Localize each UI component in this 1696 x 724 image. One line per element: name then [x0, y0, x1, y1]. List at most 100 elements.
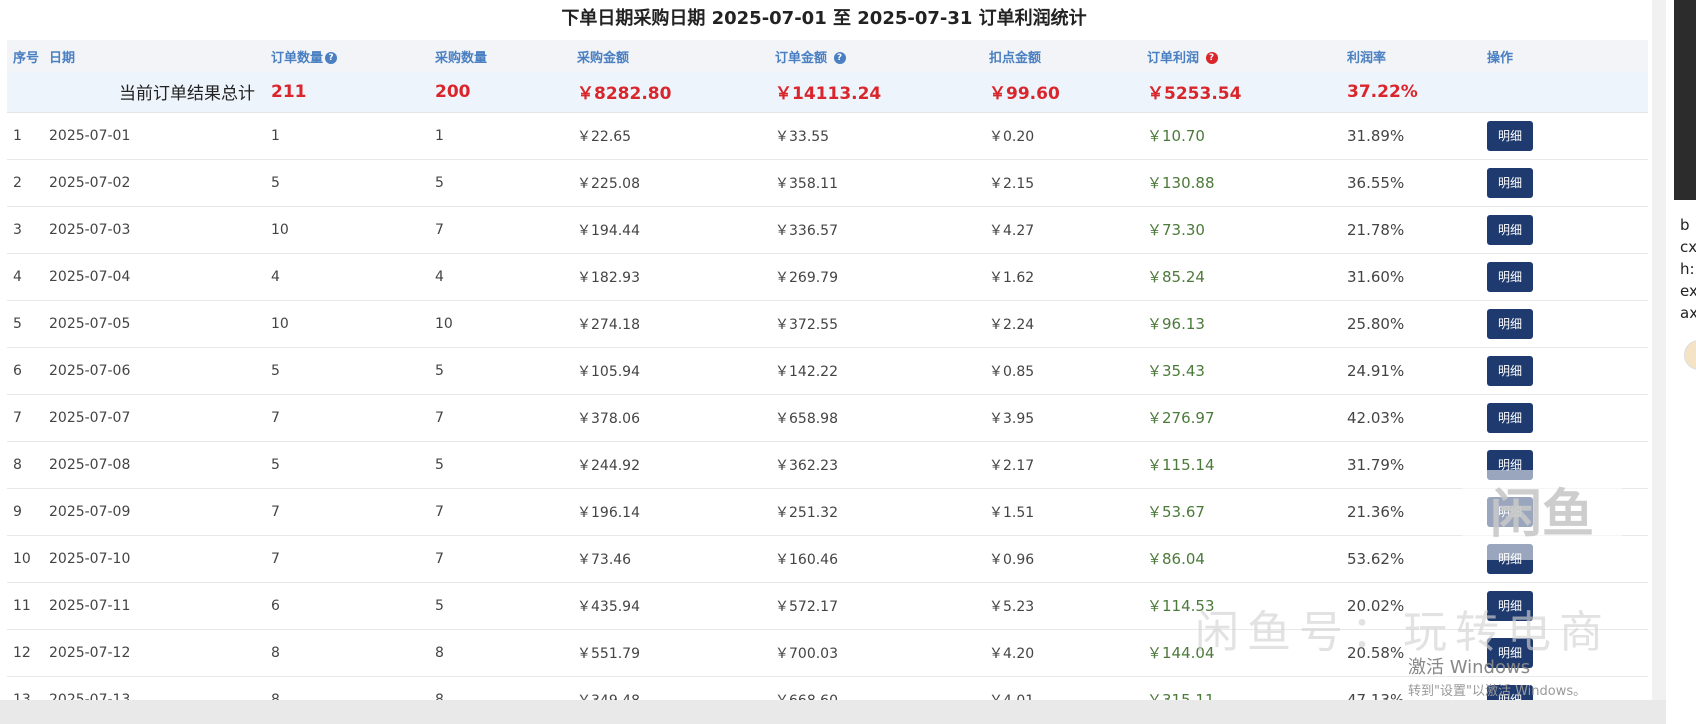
- cell-purchase-amount: ￥378.06: [571, 394, 769, 442]
- vertical-scrollbar[interactable]: [1652, 0, 1666, 700]
- help-icon[interactable]: ?: [325, 52, 338, 64]
- cell-order-qty: 7: [265, 535, 429, 583]
- cell-seq: 2: [7, 159, 43, 207]
- cell-margin: 31.79%: [1341, 441, 1481, 489]
- cell-action: 明细: [1481, 300, 1648, 348]
- cell-purchase-qty: 7: [429, 394, 571, 442]
- cell-order-amount: ￥33.55: [769, 112, 983, 160]
- cell-margin: 31.60%: [1341, 253, 1481, 301]
- totals-action-empty: [1481, 72, 1648, 113]
- scrollbar-thumb[interactable]: [1654, 0, 1664, 700]
- col-date[interactable]: 日期: [43, 40, 265, 72]
- help-icon[interactable]: ?: [833, 52, 846, 64]
- cell-purchase-qty: 5: [429, 347, 571, 395]
- cell-date: 2025-07-04: [43, 253, 265, 301]
- totals-profit: ￥5253.54: [1141, 72, 1341, 113]
- cell-seq: 4: [7, 253, 43, 301]
- col-margin[interactable]: 利润率: [1341, 40, 1481, 72]
- cell-purchase-amount: ￥182.93: [571, 253, 769, 301]
- cell-date: 2025-07-03: [43, 206, 265, 254]
- cell-deduction: ￥0.20: [983, 112, 1141, 160]
- cell-date: 2025-07-05: [43, 300, 265, 348]
- cell-margin: 31.89%: [1341, 112, 1481, 160]
- table-row: 1 2025-07-01 1 1 ￥22.65 ￥33.55 ￥0.20 ￥10.70 31.8…: [7, 112, 1648, 160]
- col-order-amount-label: 订单金额: [775, 50, 828, 66]
- cell-purchase-amount: ￥274.18: [571, 300, 769, 348]
- col-order-qty-label: 订单数量: [271, 50, 324, 66]
- cell-order-qty: 10: [265, 300, 429, 348]
- detail-button[interactable]: 明细: [1487, 355, 1533, 386]
- table-row: 4 2025-07-04 4 4 ￥182.93 ￥269.79 ￥1.62 ￥85.24 31…: [7, 253, 1648, 301]
- cell-purchase-amount: ￥196.14: [571, 488, 769, 536]
- cell-order-amount: ￥700.03: [769, 629, 983, 677]
- detail-button[interactable]: 明细: [1487, 402, 1533, 433]
- cell-profit: ￥86.04: [1141, 535, 1341, 583]
- cell-order-amount: ￥142.22: [769, 347, 983, 395]
- col-profit[interactable]: 订单利润 ?: [1141, 40, 1341, 72]
- cell-purchase-amount: ￥22.65: [571, 112, 769, 160]
- cell-purchase-qty: 4: [429, 253, 571, 301]
- cell-profit: ￥96.13: [1141, 300, 1341, 348]
- cell-action: 明细: [1481, 206, 1648, 254]
- cell-order-qty: 5: [265, 441, 429, 489]
- report-title: 下单日期采购日期 2025-07-01 至 2025-07-31 订单利润统计: [561, 8, 1087, 29]
- detail-button[interactable]: 明细: [1487, 167, 1533, 198]
- cell-order-amount: ￥668.60: [769, 676, 983, 700]
- totals-row: 当前订单结果总计 211 200 ￥8282.80 ￥14113.24 ￥99.…: [7, 72, 1648, 113]
- cell-order-qty: 5: [265, 347, 429, 395]
- cell-deduction: ￥5.23: [983, 582, 1141, 630]
- cell-order-amount: ￥269.79: [769, 253, 983, 301]
- detail-button[interactable]: 明细: [1487, 308, 1533, 339]
- cell-date: 2025-07-07: [43, 394, 265, 442]
- col-purchase-amount[interactable]: 采购金额: [571, 40, 769, 72]
- cell-profit: ￥130.88: [1141, 159, 1341, 207]
- cell-deduction: ￥0.96: [983, 535, 1141, 583]
- cell-action: 明细: [1481, 394, 1648, 442]
- table-row: 9 2025-07-09 7 7 ￥196.14 ￥251.32 ￥1.51 ￥53.67 21…: [7, 488, 1648, 536]
- cell-action: 明细: [1481, 347, 1648, 395]
- table-row: 2 2025-07-02 5 5 ￥225.08 ￥358.11 ￥2.15 ￥130.88 3…: [7, 159, 1648, 207]
- cell-order-qty: 6: [265, 582, 429, 630]
- cell-purchase-qty: 10: [429, 300, 571, 348]
- cell-deduction: ￥2.15: [983, 159, 1141, 207]
- col-purchase-qty[interactable]: 采购数量: [429, 40, 571, 72]
- cell-date: 2025-07-09: [43, 488, 265, 536]
- col-order-qty[interactable]: 订单数量?: [265, 40, 429, 72]
- watermark-text: 闲鱼号：玩转电商: [1195, 607, 1611, 658]
- cell-order-amount: ￥251.32: [769, 488, 983, 536]
- detail-button[interactable]: 明细: [1487, 214, 1533, 245]
- cell-profit: ￥35.43: [1141, 347, 1341, 395]
- cell-action: 明细: [1481, 159, 1648, 207]
- cell-date: 2025-07-06: [43, 347, 265, 395]
- cell-purchase-qty: 1: [429, 112, 571, 160]
- table-row: 132025-07-1388￥349.48￥668.60￥4.01￥315.11…: [7, 676, 1648, 700]
- col-deduction[interactable]: 扣点金额: [983, 40, 1141, 72]
- table-row: 3 2025-07-03 10 7 ￥194.44 ￥336.57 ￥4.27 ￥73.30 2…: [7, 206, 1648, 254]
- help-icon[interactable]: ?: [1205, 52, 1218, 64]
- col-action: 操作: [1487, 50, 1514, 66]
- totals-margin: 37.22%: [1341, 72, 1481, 113]
- cell-order-qty: 8: [265, 629, 429, 677]
- side-text-line: cx: [1680, 238, 1696, 256]
- cell-seq: 3: [7, 206, 43, 254]
- windows-activate-title: 激活 Windows: [1408, 657, 1531, 678]
- col-seq[interactable]: 序号: [7, 40, 43, 72]
- cell-date: 2025-07-08: [43, 441, 265, 489]
- side-avatar-icon[interactable]: [1684, 340, 1696, 370]
- cell-deduction: ￥1.51: [983, 488, 1141, 536]
- cell-date: 2025-07-02: [43, 159, 265, 207]
- side-text-line: b: [1680, 216, 1690, 234]
- cell-purchase-amount: ￥349.48: [571, 676, 769, 700]
- detail-button[interactable]: 明细: [1487, 120, 1533, 151]
- col-order-amount[interactable]: 订单金额 ?: [769, 40, 983, 72]
- cell-deduction: ￥2.24: [983, 300, 1141, 348]
- side-panel: b cx h: ex ax: [1666, 0, 1696, 724]
- detail-button[interactable]: 明细: [1487, 261, 1533, 292]
- totals-order-qty: 211: [265, 72, 429, 113]
- cell-order-qty: 10: [265, 206, 429, 254]
- cell-margin: 21.36%: [1341, 488, 1481, 536]
- cell-order-amount: ￥160.46: [769, 535, 983, 583]
- cell-order-amount: ￥336.57: [769, 206, 983, 254]
- totals-label: 当前订单结果总计: [7, 72, 265, 113]
- cell-margin: 36.55%: [1341, 159, 1481, 207]
